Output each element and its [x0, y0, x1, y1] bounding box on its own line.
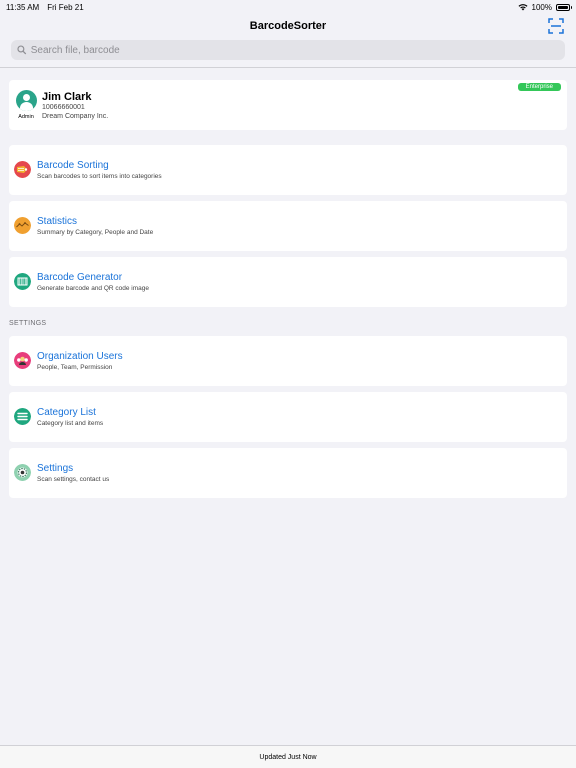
menu-title: Statistics	[37, 216, 78, 227]
menu-title: Barcode Sorting	[37, 160, 109, 171]
user-name: Jim Clark	[42, 91, 92, 103]
menu-text: Organization Users People, Team, Permiss…	[37, 351, 123, 372]
menu-title: Settings	[37, 463, 74, 474]
menu-subtitle: Scan settings, contact us	[37, 476, 110, 483]
user-id: 10066660001	[42, 104, 85, 111]
user-company: Dream Company Inc.	[42, 113, 109, 120]
menu-item-organization-users[interactable]: Organization Users People, Team, Permiss…	[9, 336, 567, 386]
page-title: BarcodeSorter	[249, 20, 327, 32]
menu-text: Statistics Summary by Category, People a…	[37, 216, 153, 237]
menu-subtitle: Scan barcodes to sort items into categor…	[37, 173, 162, 180]
nav-bar: BarcodeSorter	[0, 14, 576, 38]
user-role: Admin	[18, 114, 34, 120]
barcode-generator-icon	[14, 273, 31, 290]
menu-subtitle: Generate barcode and QR code image	[37, 285, 150, 292]
menu-text: Barcode Generator Generate barcode and Q…	[37, 272, 149, 293]
menu-title: Category List	[37, 407, 96, 418]
statistics-icon	[14, 217, 31, 234]
plan-badge: Enterprise	[517, 83, 561, 91]
wifi-icon	[518, 4, 528, 11]
menu-item-barcode-generator[interactable]: Barcode Generator Generate barcode and Q…	[9, 257, 567, 307]
menu-item-category-list[interactable]: Category List Category list and items	[9, 392, 567, 442]
profile-card[interactable]: Admin Jim Clark 10066660001 Dream Compan…	[9, 80, 567, 130]
menu-item-statistics[interactable]: Statistics Summary by Category, People a…	[9, 201, 567, 251]
menu-title: Organization Users	[37, 351, 123, 362]
search-icon	[17, 45, 27, 55]
users-icon	[14, 352, 31, 369]
search-bar	[11, 40, 565, 60]
gear-icon	[14, 464, 31, 481]
menu-subtitle: People, Team, Permission	[37, 364, 113, 371]
avatar-wrap: Admin	[14, 90, 38, 120]
profile-info: Jim Clark 10066660001 Dream Company Inc.	[42, 91, 108, 121]
status-bar: 11:35 AM Fri Feb 21 100%	[0, 0, 576, 14]
footer-toolbar: Updated Just Now	[0, 745, 576, 768]
menu-subtitle: Summary by Category, People and Date	[37, 229, 154, 236]
battery-icon	[556, 3, 572, 11]
menu-item-barcode-sorting[interactable]: Barcode Sorting Scan barcodes to sort it…	[9, 145, 567, 195]
scan-icon[interactable]	[548, 18, 564, 34]
status-time: 11:35 AM	[6, 2, 40, 12]
avatar-icon	[15, 90, 37, 111]
menu-subtitle: Category list and items	[37, 420, 104, 427]
menu-text: Category List Category list and items	[37, 407, 103, 428]
section-header-settings: SETTINGS	[9, 320, 47, 327]
update-status: Updated Just Now	[259, 753, 317, 761]
barcode-sorting-icon	[14, 161, 31, 178]
menu-text: Barcode Sorting Scan barcodes to sort it…	[37, 160, 162, 181]
menu-item-settings[interactable]: Settings Scan settings, contact us	[9, 448, 567, 498]
search-input[interactable]	[30, 44, 559, 56]
menu-title: Barcode Generator	[37, 272, 123, 283]
menu-text: Settings Scan settings, contact us	[37, 463, 109, 484]
divider	[0, 67, 576, 68]
battery-percent: 100%	[531, 2, 552, 12]
status-date: Fri Feb 21	[47, 2, 84, 12]
list-icon	[14, 408, 31, 425]
